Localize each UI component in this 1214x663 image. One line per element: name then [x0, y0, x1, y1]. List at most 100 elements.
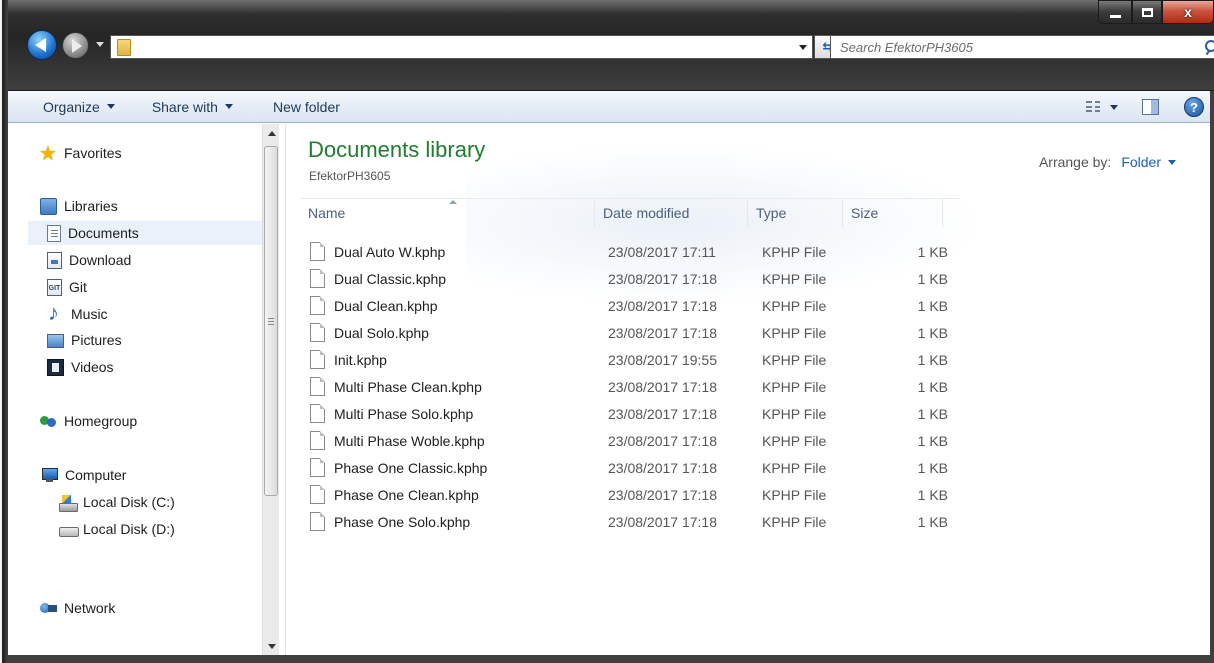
chevron-down-icon	[106, 104, 115, 109]
new-folder-button[interactable]: New folder	[267, 94, 346, 120]
file-row[interactable]: Dual Classic.kphp 23/08/2017 17:18 KPHP …	[300, 265, 960, 292]
file-row[interactable]: Dual Auto W.kphp 23/08/2017 17:11 KPHP F…	[300, 238, 960, 265]
sidebar-item-libraries[interactable]: Libraries	[40, 194, 118, 218]
chevron-down-icon[interactable]	[1168, 159, 1176, 165]
scroll-down-button[interactable]	[263, 637, 280, 655]
arrange-by-label: Arrange by:	[1038, 154, 1112, 170]
file-row[interactable]: Phase One Solo.kphp 23/08/2017 17:18 KPH…	[300, 508, 960, 535]
file-row[interactable]: Multi Phase Woble.kphp 23/08/2017 17:18 …	[300, 427, 960, 454]
file-size: 1 KB	[917, 324, 948, 341]
sidebar-item-label: Local Disk (C:)	[83, 494, 175, 510]
recent-pages-chevron-down-icon[interactable]	[96, 42, 104, 47]
maximize-button[interactable]	[1132, 0, 1162, 24]
file-size: 1 KB	[917, 513, 948, 530]
file-date-modified: 23/08/2017 17:18	[608, 459, 717, 476]
search-icon[interactable]	[1202, 38, 1214, 56]
sidebar-item-music[interactable]: Music	[47, 300, 108, 326]
sidebar-item-videos[interactable]: Videos	[47, 355, 114, 379]
minimize-button[interactable]	[1098, 0, 1132, 24]
organize-button[interactable]: Organize	[37, 94, 121, 120]
column-label: Name	[308, 205, 346, 221]
address-input[interactable]	[137, 37, 794, 57]
close-button[interactable]: x	[1162, 0, 1214, 24]
sidebar-item-git[interactable]: GIT Git	[47, 275, 87, 299]
window-right-edge	[1210, 91, 1214, 655]
file-type: KPHP File	[762, 405, 827, 422]
file-date-modified: 23/08/2017 17:18	[608, 405, 717, 422]
close-icon: x	[1184, 4, 1192, 20]
file-icon	[310, 377, 325, 396]
address-dropdown-button[interactable]	[794, 36, 812, 58]
sidebar-item-label: Libraries	[64, 198, 118, 214]
videos-icon	[47, 358, 64, 376]
sidebar-item-label: Network	[64, 600, 116, 616]
folder-icon	[117, 38, 131, 56]
column-header-size[interactable]: Size	[843, 199, 943, 227]
sidebar-item-favorites[interactable]: Favorites	[39, 141, 122, 166]
sidebar-item-local-disk-c[interactable]: Local Disk (C:)	[59, 490, 175, 514]
file-size: 1 KB	[917, 378, 948, 395]
change-view-button[interactable]	[1086, 101, 1118, 113]
scrollbar-thumb[interactable]	[264, 146, 278, 496]
sidebar-item-local-disk-d[interactable]: Local Disk (D:)	[59, 517, 175, 541]
forward-button[interactable]	[62, 32, 89, 59]
file-row[interactable]: Dual Solo.kphp 23/08/2017 17:18 KPHP Fil…	[300, 319, 960, 346]
file-type: KPHP File	[762, 432, 827, 449]
help-icon[interactable]: ?	[1184, 97, 1204, 117]
arrange-by-dropdown[interactable]: Folder	[1121, 154, 1161, 170]
file-icon	[310, 404, 325, 423]
grip-icon	[268, 317, 274, 325]
scroll-up-button[interactable]	[263, 124, 280, 142]
search-input[interactable]	[831, 37, 1202, 57]
navigation-pane: Favorites Libraries Documents Download G…	[8, 124, 286, 655]
navigation-scrollbar[interactable]	[262, 124, 279, 655]
file-date-modified: 23/08/2017 17:18	[608, 486, 717, 503]
file-row[interactable]: Multi Phase Clean.kphp 23/08/2017 17:18 …	[300, 373, 960, 400]
file-size: 1 KB	[917, 486, 948, 503]
file-icon	[310, 296, 325, 315]
file-row[interactable]: Init.kphp 23/08/2017 19:55 KPHP File 1 K…	[300, 346, 960, 373]
file-size: 1 KB	[917, 270, 948, 287]
column-label: Date modified	[603, 205, 690, 221]
file-row[interactable]: Dual Clean.kphp 23/08/2017 17:18 KPHP Fi…	[300, 292, 960, 319]
file-date-modified: 23/08/2017 17:18	[608, 513, 717, 530]
chevron-down-icon	[1110, 104, 1118, 110]
file-row[interactable]: Phase One Clean.kphp 23/08/2017 17:18 KP…	[300, 481, 960, 508]
column-header-type[interactable]: Type	[748, 199, 843, 227]
pictures-icon	[47, 334, 64, 348]
file-type: KPHP File	[762, 513, 827, 530]
file-row[interactable]: Phase One Classic.kphp 23/08/2017 17:18 …	[300, 454, 960, 481]
share-with-button[interactable]: Share with	[146, 94, 239, 120]
back-button[interactable]	[27, 30, 57, 60]
file-name: Multi Phase Solo.kphp	[334, 405, 474, 422]
search-box[interactable]	[830, 35, 1214, 59]
column-header-name[interactable]: Name	[300, 199, 595, 227]
address-bar[interactable]	[110, 35, 813, 59]
sidebar-item-network[interactable]: Network	[40, 596, 115, 620]
sidebar-item-homegroup[interactable]: Homegroup	[40, 409, 137, 433]
document-icon	[47, 224, 61, 242]
caption-buttons: x	[1098, 0, 1214, 28]
sidebar-item-label: Pictures	[71, 332, 122, 348]
sidebar-item-download[interactable]: Download	[47, 248, 131, 272]
sidebar-item-documents[interactable]: Documents	[28, 221, 262, 245]
sidebar-item-computer[interactable]: Computer	[40, 463, 126, 487]
sidebar-item-label: Local Disk (D:)	[83, 521, 175, 537]
file-size: 1 KB	[917, 297, 948, 314]
file-row[interactable]: Multi Phase Solo.kphp 23/08/2017 17:18 K…	[300, 400, 960, 427]
file-icon	[310, 512, 325, 531]
column-label: Type	[756, 205, 787, 221]
command-bar-right: ?	[1086, 94, 1210, 120]
file-date-modified: 23/08/2017 19:55	[608, 351, 717, 368]
column-header-date-modified[interactable]: Date modified	[595, 199, 748, 227]
navigation-tree: Favorites Libraries Documents Download G…	[8, 124, 262, 655]
column-header: Name Date modified Type Size	[300, 198, 960, 227]
file-date-modified: 23/08/2017 17:18	[608, 297, 717, 314]
file-icon	[310, 485, 325, 504]
preview-pane-icon[interactable]	[1142, 99, 1159, 115]
sidebar-item-pictures[interactable]: Pictures	[47, 328, 122, 352]
library-title: Documents library	[308, 137, 486, 162]
file-size: 1 KB	[917, 432, 948, 449]
chevron-down-icon	[224, 104, 233, 109]
disk-icon	[59, 521, 79, 538]
